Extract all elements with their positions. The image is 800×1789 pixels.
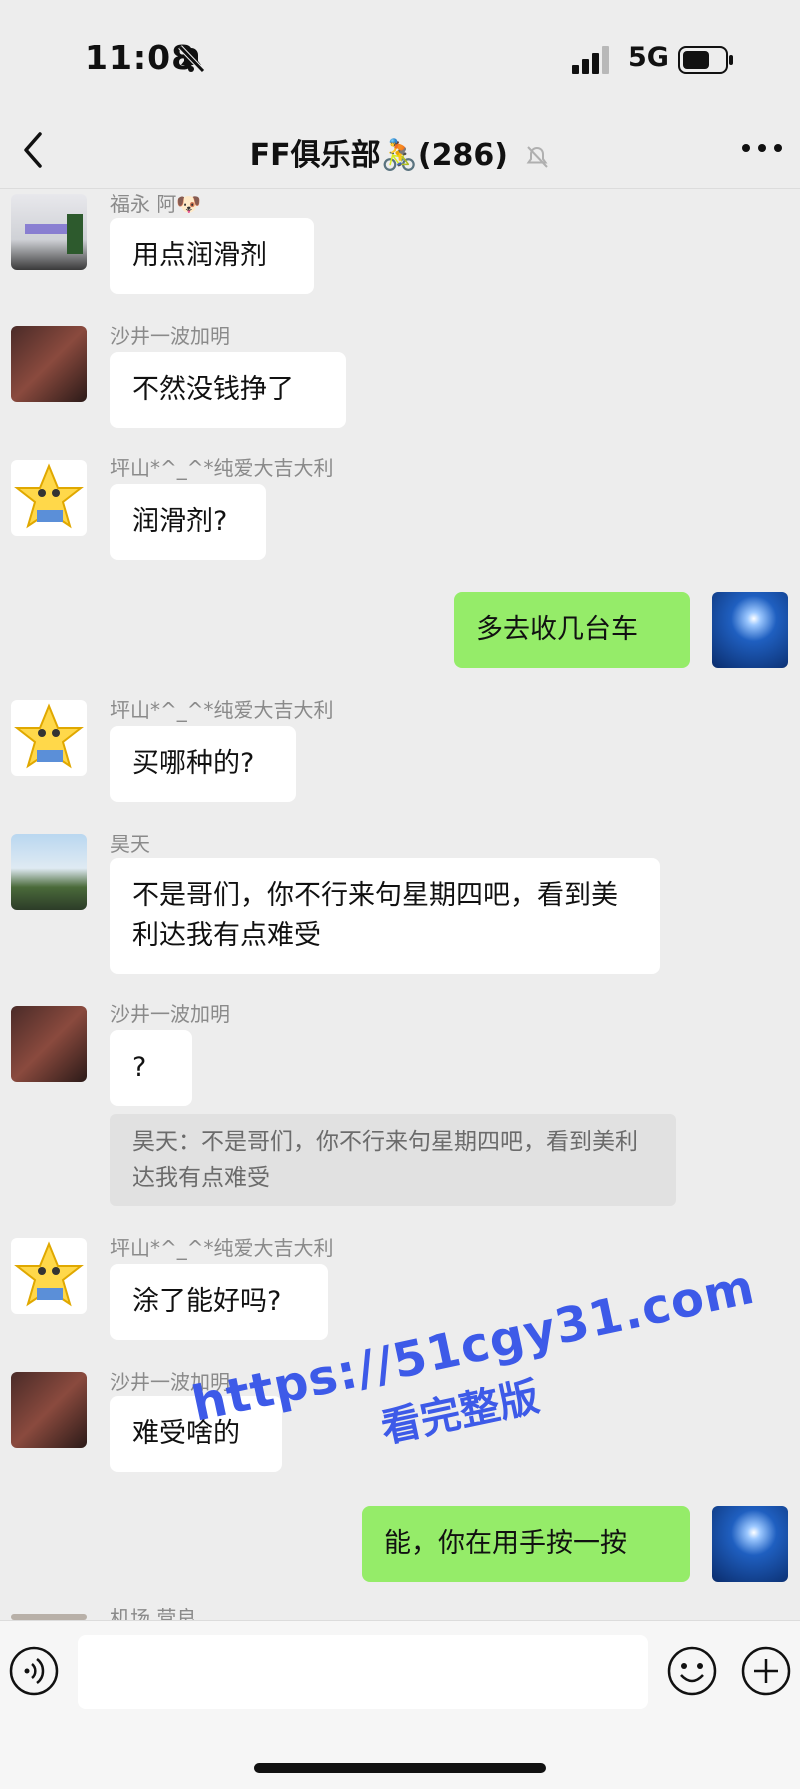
message-bubble[interactable]: 润滑剂? [110, 484, 266, 560]
mute-icon [526, 145, 549, 168]
message-bubble[interactable]: 不然没钱挣了 [110, 352, 346, 428]
avatar[interactable] [11, 1006, 87, 1082]
chat-header: FF俱乐部🚴(286) [0, 112, 800, 189]
avatar[interactable] [11, 460, 87, 536]
sender-name: 机场 营良 [110, 1606, 197, 1620]
message-bubble[interactable]: 涂了能好吗? [110, 1264, 328, 1340]
group-name: FF俱乐部🚴(286) [249, 138, 508, 173]
avatar-self[interactable] [712, 1506, 788, 1582]
message-bubble[interactable]: 不是哥们，你不行来句星期四吧，看到美利达我有点难受 [110, 858, 660, 974]
quoted-message[interactable]: 昊天：不是哥们，你不行来句星期四吧，看到美利达我有点难受 [110, 1114, 676, 1206]
more-options-button[interactable] [740, 136, 784, 160]
sender-name: 沙井一波加明 [110, 1002, 230, 1026]
star-mascot-icon [14, 703, 84, 769]
sender-name: 沙井一波加明 [110, 324, 230, 348]
sender-name: 坪山*^_^*纯爱大吉大利 [110, 456, 334, 480]
status-bar: 11:08 5G [0, 0, 800, 112]
star-mascot-icon [14, 1241, 84, 1307]
sender-name: 福永 阿🐶 [110, 192, 202, 216]
avatar[interactable] [11, 1238, 87, 1314]
message-bubble[interactable]: 用点润滑剂 [110, 218, 314, 294]
bell-off-icon [178, 45, 205, 73]
sender-name: 坪山*^_^*纯爱大吉大利 [110, 1236, 334, 1260]
home-indicator [254, 1763, 546, 1773]
message-bubble[interactable]: ? [110, 1030, 192, 1106]
avatar[interactable] [11, 326, 87, 402]
signal-icon [572, 46, 609, 74]
avatar-self[interactable] [712, 592, 788, 668]
avatar[interactable] [11, 194, 87, 270]
message-input[interactable] [78, 1635, 648, 1709]
avatar[interactable] [11, 834, 87, 910]
avatar[interactable] [11, 700, 87, 776]
emoji-button[interactable] [666, 1645, 718, 1697]
message-bubble-self[interactable]: 能，你在用手按一按 [362, 1506, 690, 1582]
battery-icon [678, 46, 733, 74]
message-bubble[interactable]: 买哪种的? [110, 726, 296, 802]
avatar[interactable] [11, 1372, 87, 1448]
sender-name: 昊天 [110, 832, 150, 856]
star-mascot-icon [14, 463, 84, 529]
chat-title: FF俱乐部🚴(286) [0, 130, 800, 174]
sender-name: 坪山*^_^*纯爱大吉大利 [110, 698, 334, 722]
network-type: 5G [628, 42, 669, 73]
message-bubble-self[interactable]: 多去收几台车 [454, 592, 690, 668]
input-bar [0, 1620, 800, 1789]
more-functions-button[interactable] [740, 1645, 792, 1697]
voice-input-button[interactable] [8, 1645, 60, 1697]
